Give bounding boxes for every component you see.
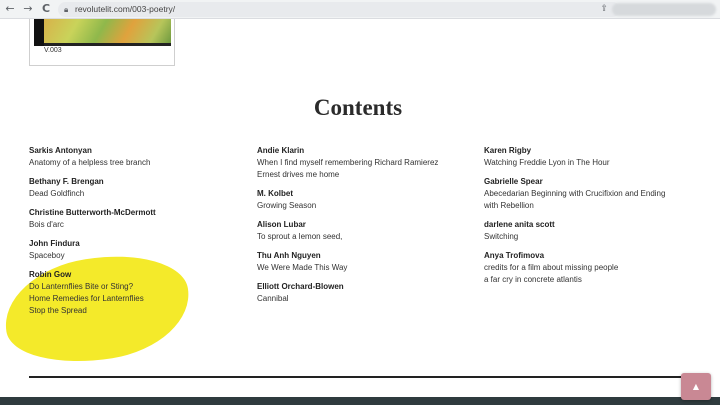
contents-entry: Anya Trofimova credits for a film about m… (484, 250, 704, 286)
back-icon[interactable]: ← (2, 1, 18, 17)
poem-title-link[interactable]: When I find myself remembering Richard R… (257, 157, 477, 169)
author-name[interactable]: Thu Anh Nguyen (257, 250, 477, 262)
issue-cover-thumbnail[interactable]: V.003 (29, 19, 175, 66)
poem-title-link[interactable]: Switching (484, 231, 704, 243)
contents-entry: Gabrielle Spear Abecedarian Beginning wit… (484, 176, 704, 212)
poem-title-link[interactable]: Dead Goldfinch (29, 188, 249, 200)
author-name[interactable]: Christine Butterworth-McDermott (29, 207, 249, 219)
poem-title-link[interactable]: credits for a film about missing people (484, 262, 704, 274)
author-name[interactable]: John Findura (29, 238, 249, 250)
page-title: Contents (313, 95, 403, 120)
author-name[interactable]: M. Kolbet (257, 188, 477, 200)
share-icon[interactable]: ⇪ (600, 2, 608, 17)
browser-toolbar: ← → C 🔒︎ revolutelit.com/003-poetry/ ⇪ (0, 0, 720, 19)
contents-entry: Thu Anh Nguyen We Were Made This Way (257, 250, 477, 274)
contents-entry: Robin Gow Do Lanternflies Bite or Sting? H… (29, 269, 249, 317)
contents-entry: Andie Klarin When I find myself rememberi… (257, 145, 477, 181)
contents-column-2: Andie Klarin When I find myself rememberi… (257, 145, 477, 312)
contents-entry: M. Kolbet Growing Season (257, 188, 477, 212)
poem-title-link[interactable]: We Were Made This Way (257, 262, 477, 274)
contents-entry: Christine Butterworth-McDermott Bois d'ar… (29, 207, 249, 231)
profile-area-blurred (612, 3, 716, 16)
author-name[interactable]: Andie Klarin (257, 145, 477, 157)
author-name[interactable]: Elliott Orchard-Blowen (257, 281, 477, 293)
contents-entry: Bethany F. Brengan Dead Goldfinch (29, 176, 249, 200)
poem-title-link[interactable]: with Rebellion (484, 200, 704, 212)
poem-title-link[interactable]: Ernest drives me home (257, 169, 477, 181)
author-name[interactable]: Anya Trofimova (484, 250, 704, 262)
poem-title-link[interactable]: a far cry in concrete atlantis (484, 274, 704, 286)
poem-title-link[interactable]: Spaceboy (29, 250, 249, 262)
author-name[interactable]: Sarkis Antonyan (29, 145, 249, 157)
contents-entry: darlene anita scott Switching (484, 219, 704, 243)
poem-title-link[interactable]: To sprout a lemon seed, (257, 231, 477, 243)
author-name[interactable]: darlene anita scott (484, 219, 704, 231)
divider (29, 376, 691, 378)
author-name[interactable]: Alison Lubar (257, 219, 477, 231)
cover-image (34, 19, 171, 46)
author-name[interactable]: Robin Gow (29, 269, 249, 281)
contents-entry: Alison Lubar To sprout a lemon seed, (257, 219, 477, 243)
author-name[interactable]: Karen Rigby (484, 145, 704, 157)
poem-title-link[interactable]: Watching Freddie Lyon in The Hour (484, 157, 704, 169)
contents-entry: Elliott Orchard-Blowen Cannibal (257, 281, 477, 305)
back-to-top-button[interactable]: ▲ (681, 373, 711, 400)
poem-title-link[interactable]: Abecedarian Beginning with Crucifixion a… (484, 188, 704, 200)
forward-icon[interactable]: → (20, 1, 36, 17)
cover-label: V.003 (44, 47, 62, 54)
author-name[interactable]: Bethany F. Brengan (29, 176, 249, 188)
footer-bar (0, 397, 720, 405)
contents-column-1: Sarkis Antonyan Anatomy of a helpless tre… (29, 145, 249, 324)
poem-title-link[interactable]: Anatomy of a helpless tree branch (29, 157, 249, 169)
poem-title-link[interactable]: Do Lanternflies Bite or Sting? (29, 281, 249, 293)
poem-title-link[interactable]: Cannibal (257, 293, 477, 305)
address-bar[interactable]: 🔒︎ revolutelit.com/003-poetry/ ⇪ (58, 2, 620, 17)
author-name[interactable]: Gabrielle Spear (484, 176, 704, 188)
reload-icon[interactable]: C (38, 1, 54, 17)
poem-title-link[interactable]: Bois d'arc (29, 219, 249, 231)
poem-title-link[interactable]: Growing Season (257, 200, 477, 212)
poem-title-link[interactable]: Home Remedies for Lanternflies (29, 293, 249, 305)
contents-entry: John Findura Spaceboy (29, 238, 249, 262)
url-text[interactable]: revolutelit.com/003-poetry/ (75, 2, 175, 17)
contents-entry: Sarkis Antonyan Anatomy of a helpless tre… (29, 145, 249, 169)
contents-column-3: Karen Rigby Watching Freddie Lyon in The … (484, 145, 704, 293)
poem-title-link[interactable]: Stop the Spread (29, 305, 249, 317)
lock-icon[interactable]: 🔒︎ (64, 2, 68, 17)
contents-entry: Karen Rigby Watching Freddie Lyon in The … (484, 145, 704, 169)
